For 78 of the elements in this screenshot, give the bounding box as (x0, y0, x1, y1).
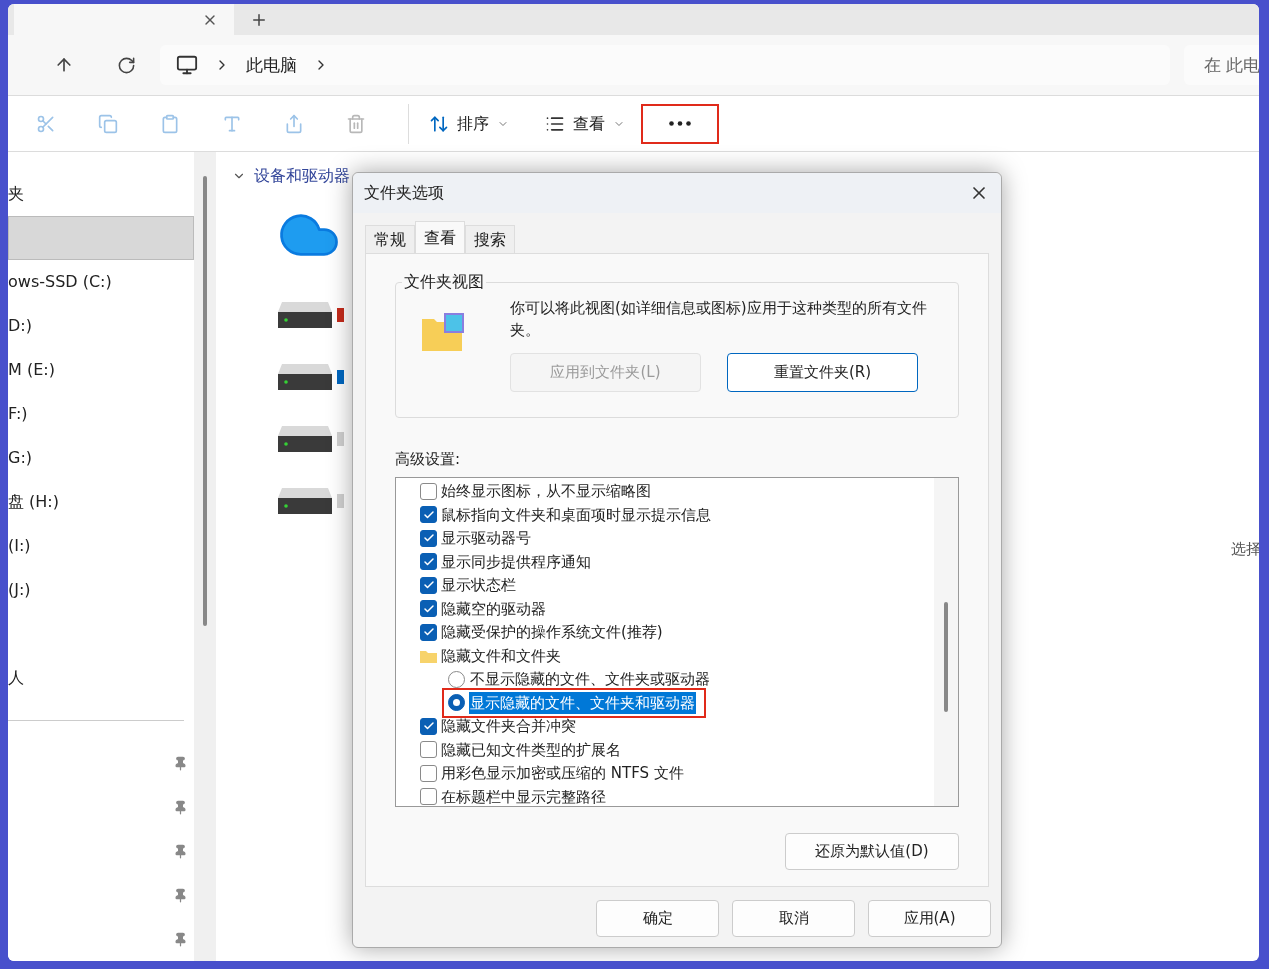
checkbox[interactable] (420, 600, 437, 618)
checkbox[interactable] (420, 553, 437, 571)
refresh-icon[interactable] (117, 55, 137, 75)
pin-icon[interactable] (173, 799, 188, 815)
sidebar-item[interactable]: F:) (8, 392, 194, 436)
checkbox[interactable] (420, 741, 437, 759)
sidebar-item[interactable]: G:) (8, 436, 194, 480)
option-label: 显示状态栏 (441, 575, 516, 596)
group-header[interactable]: 设备和驱动器 (254, 164, 350, 188)
folder-icon (420, 648, 437, 663)
scrollbar-thumb[interactable] (944, 601, 948, 712)
hard-drive-icon (276, 300, 334, 330)
hard-drive-icon (276, 486, 334, 516)
folder-icon (422, 313, 464, 351)
sidebar-item[interactable]: (I:) (8, 524, 194, 568)
dialog-tab[interactable]: 常规 (365, 225, 415, 253)
sidebar-item[interactable]: 夹 (8, 172, 194, 216)
restore-defaults-button[interactable]: 还原为默认值(D) (785, 832, 959, 870)
folder-view-button[interactable]: 重置文件夹(R) (727, 353, 918, 392)
sidebar-item[interactable]: 盘 (H:) (8, 480, 194, 524)
dialog-button[interactable]: 取消 (732, 900, 855, 937)
option-label: 鼠标指向文件夹和桌面项时显示提示信息 (441, 504, 711, 526)
more-icon (669, 121, 691, 127)
checkbox[interactable] (420, 482, 437, 500)
option-label: 隐藏文件夹合并冲突 (441, 716, 576, 737)
description-text: 你可以将此视图(如详细信息或图标)应用于这种类型的所有文件夹。 (510, 298, 928, 341)
sort-button[interactable]: 排序 (429, 111, 509, 136)
option-label: 始终显示图标，从不显示缩略图 (441, 481, 651, 502)
pin-icon[interactable] (173, 931, 188, 947)
option-label: 显示驱动器号 (441, 528, 531, 549)
cut-icon[interactable] (36, 113, 56, 134)
sidebar-item[interactable]: (J:) (8, 568, 194, 612)
option-label: 隐藏空的驱动器 (441, 598, 546, 620)
radio-button[interactable] (448, 694, 465, 712)
radio-button[interactable] (448, 670, 465, 688)
paste-icon[interactable] (160, 113, 180, 134)
address-bar[interactable]: 此电脑 (160, 45, 1170, 86)
more-button[interactable] (641, 103, 719, 144)
delete-icon[interactable] (346, 113, 366, 134)
hard-drive-icon (276, 362, 334, 392)
checkbox[interactable] (420, 764, 437, 782)
option-label: 隐藏已知文件类型的扩展名 (441, 739, 621, 761)
option-label: 不显示隐藏的文件、文件夹或驱动器 (469, 669, 711, 690)
computer-icon (176, 54, 198, 77)
check-icon (422, 508, 435, 521)
option-label: 在标题栏中显示完整路径 (441, 786, 606, 806)
share-icon[interactable] (284, 113, 304, 134)
sidebar-item[interactable]: M (E:) (8, 348, 194, 392)
view-button[interactable]: 查看 (545, 111, 625, 136)
sidebar-item[interactable]: ows-SSD (C:) (8, 260, 194, 304)
sidebar-item[interactable]: D:) (8, 304, 194, 348)
pin-icon[interactable] (173, 887, 188, 903)
dialog-tab[interactable]: 查看 (415, 221, 465, 253)
option-label: 用彩色显示加密或压缩的 NTFS 文件 (441, 763, 684, 784)
dialog-title: 文件夹选项 (364, 182, 444, 204)
check-icon (422, 602, 435, 615)
pin-icon[interactable] (173, 755, 188, 771)
checkbox[interactable] (420, 623, 437, 641)
radio-option[interactable]: 显示隐藏的文件、文件夹和驱动器 (442, 687, 706, 718)
pin-icon[interactable] (173, 843, 188, 859)
dialog-tab[interactable]: 搜索 (465, 225, 515, 253)
checkbox[interactable] (420, 506, 437, 524)
breadcrumb[interactable]: 此电脑 (246, 52, 297, 78)
copy-icon[interactable] (98, 113, 118, 134)
option-group-label: 隐藏文件和文件夹 (441, 645, 561, 667)
checkbox[interactable] (420, 576, 437, 594)
dialog-button[interactable]: 确定 (596, 900, 719, 937)
option-label: 隐藏受保护的操作系统文件(推荐) (441, 622, 663, 643)
check-icon (422, 555, 435, 568)
section-label: 高级设置: (395, 449, 462, 470)
sidebar-item[interactable]: 人 (8, 656, 194, 700)
checkbox[interactable] (420, 717, 437, 735)
option-label: 显示隐藏的文件、文件夹和驱动器 (469, 691, 696, 714)
hard-drive-icon (276, 424, 334, 454)
checkbox[interactable] (420, 788, 437, 806)
dialog-button[interactable]: 应用(A) (868, 900, 991, 937)
checkbox[interactable] (420, 529, 437, 547)
option-label: 显示同步提供程序通知 (441, 551, 591, 573)
